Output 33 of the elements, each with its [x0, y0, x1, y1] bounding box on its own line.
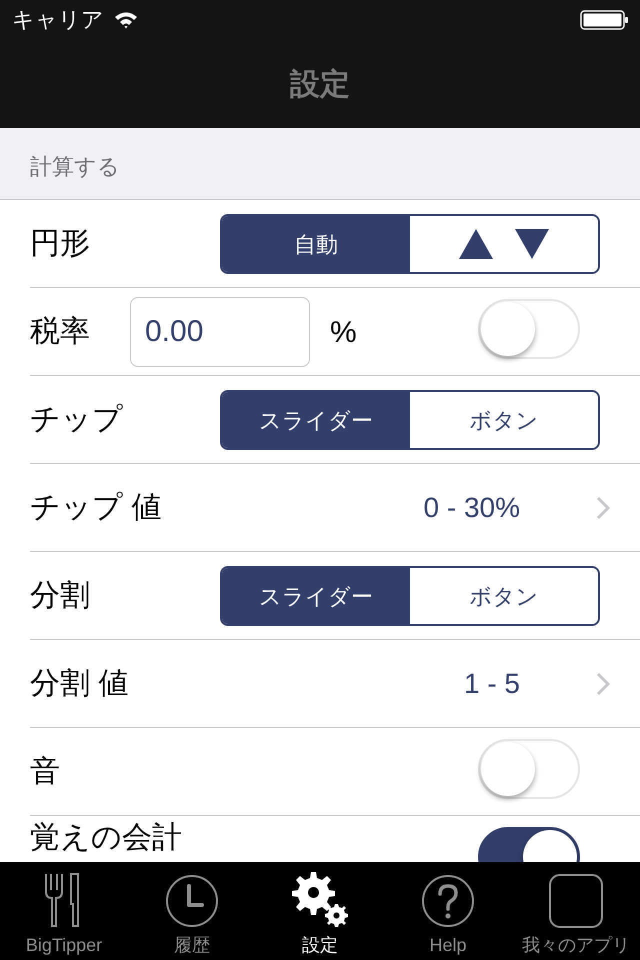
- segment-button[interactable]: スライダー: [222, 568, 410, 624]
- row-label: 分割: [30, 578, 90, 614]
- segment-button[interactable]: スライダー: [222, 392, 410, 448]
- tab-item[interactable]: 設定: [256, 862, 384, 960]
- row-label: 税率: [30, 314, 90, 350]
- nav-title: 設定: [290, 66, 350, 102]
- wifi-icon: [114, 11, 138, 29]
- chevron-right-icon: [596, 672, 610, 696]
- tab-item[interactable]: BigTipper: [0, 862, 128, 960]
- row-label: 覚えの会計: [30, 820, 182, 856]
- tab-item[interactable]: 我々のアプリ: [512, 862, 640, 960]
- segment-button[interactable]: 自動: [222, 216, 410, 272]
- section-header: 計算する: [30, 153, 120, 181]
- unit-label: %: [330, 314, 357, 350]
- tab-item[interactable]: Help: [384, 862, 512, 960]
- row-label: 音: [30, 754, 60, 790]
- row-value: 0 - 30%: [424, 491, 520, 525]
- row-label: 円形: [30, 226, 90, 262]
- carrier-label: キャリア: [12, 9, 104, 31]
- triangle-up-icon: [459, 229, 493, 259]
- row-value: 1 - 5: [464, 667, 520, 701]
- tab-item[interactable]: 履歴: [128, 862, 256, 960]
- gears-icon: [289, 870, 351, 928]
- rounded-square-icon: [549, 874, 603, 928]
- clock-icon: [165, 874, 219, 928]
- tax-input-field[interactable]: 0.00: [130, 297, 310, 367]
- row-label: チップ 値: [30, 490, 162, 526]
- row-label: チップ: [30, 402, 123, 438]
- help-icon: [421, 874, 475, 928]
- chevron-right-icon: [596, 496, 610, 520]
- row-label: 分割 値: [30, 666, 128, 702]
- triangle-down-icon: [515, 229, 549, 259]
- battery-icon: [580, 10, 628, 30]
